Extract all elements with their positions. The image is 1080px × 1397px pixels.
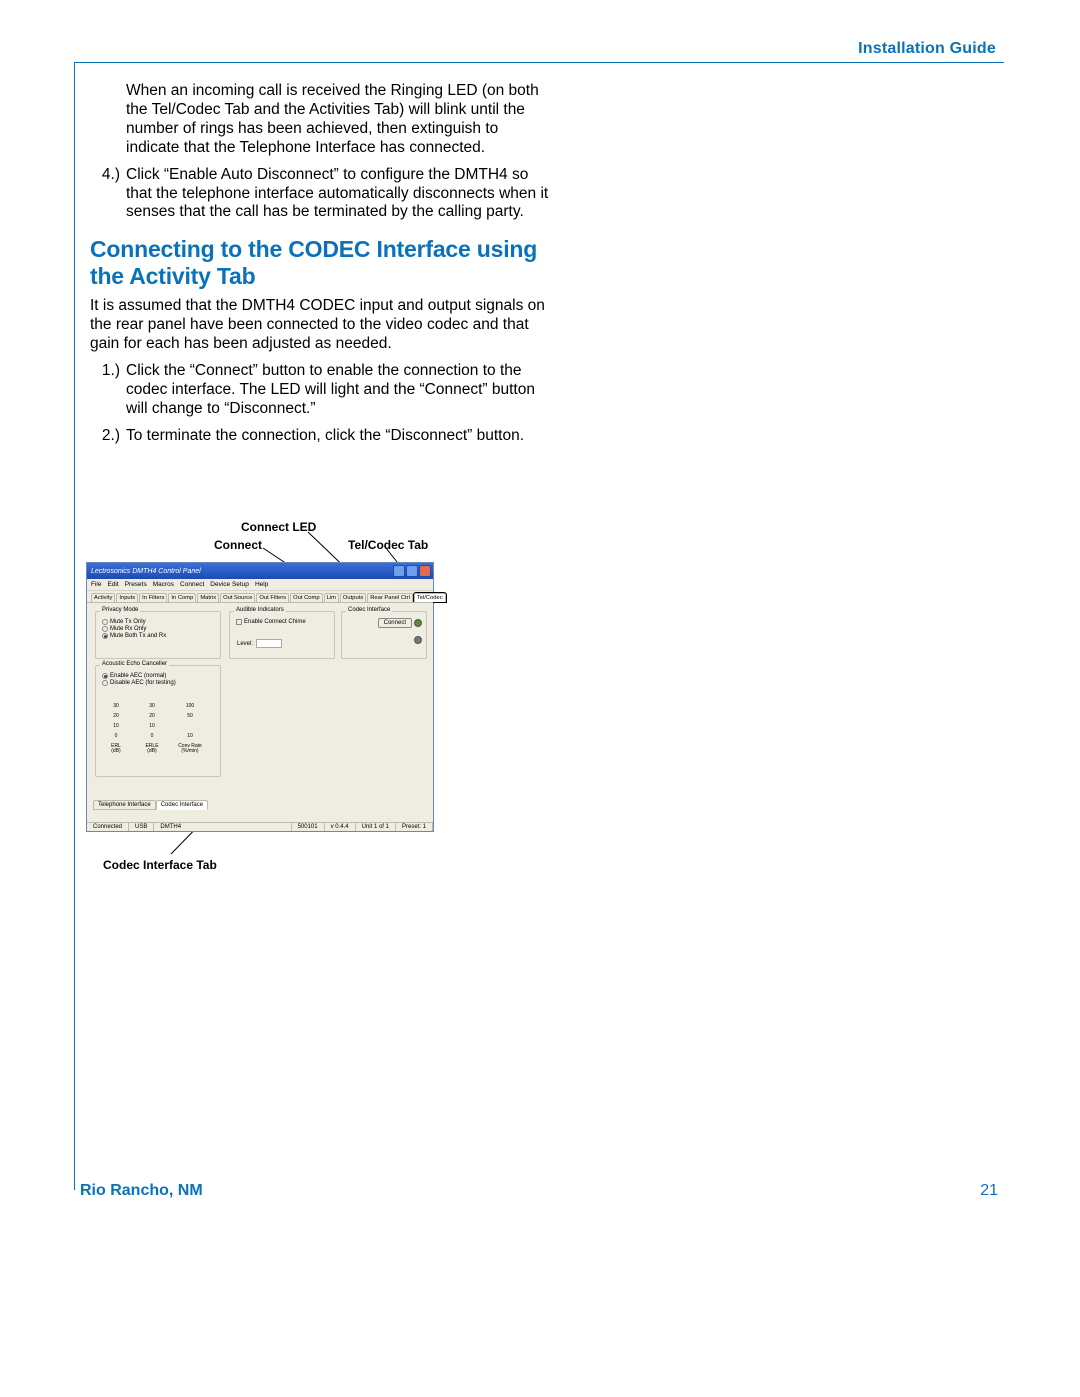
close-icon[interactable] — [419, 565, 431, 577]
radio-enable-aec-label: Enable AEC (normal) — [110, 673, 166, 679]
checkbox-enable-chime[interactable] — [236, 619, 242, 625]
menu-help[interactable]: Help — [255, 581, 268, 588]
footer-page-number: 21 — [980, 1182, 998, 1200]
body-column: When an incoming call is received the Ri… — [90, 82, 550, 454]
tab-outputs[interactable]: Outputs — [340, 593, 366, 602]
status-link: USB — [129, 823, 154, 831]
tab-activity[interactable]: Activity — [91, 593, 115, 602]
group-audible-indicators: Audible Indicators Enable Connect Chime — [229, 611, 335, 659]
bottom-tab-codec[interactable]: Codec Interface — [156, 800, 208, 810]
menubar: File Edit Presets Macros Connect Device … — [87, 579, 433, 591]
level-label: Level: — [237, 641, 253, 647]
connect-button[interactable]: Connect — [378, 618, 412, 628]
radio-mute-tx[interactable] — [102, 619, 108, 625]
ringing-led-paragraph: When an incoming call is received the Ri… — [90, 82, 550, 158]
group-privacy-mode: Privacy Mode Mute Tx Only Mute Rx Only M… — [95, 611, 221, 659]
radio-mute-rx-label: Mute Rx Only — [110, 626, 146, 632]
tab-outfilters[interactable]: Out Filters — [256, 593, 289, 602]
menu-presets[interactable]: Presets — [125, 581, 147, 588]
erl-unit: (dB) — [102, 749, 130, 754]
section-heading-codec: Connecting to the CODEC Interface using … — [90, 236, 550, 289]
group-codec-title: Codec Interface — [346, 607, 392, 613]
codec-step-2-number: 2.) — [90, 427, 126, 446]
callout-connect-led: Connect LED — [241, 520, 316, 534]
menu-file[interactable]: File — [91, 581, 101, 588]
radio-mute-rx[interactable] — [102, 626, 108, 632]
status-serial: 500101 — [292, 823, 325, 831]
app-window: Lectrosonics DMTH4 Control Panel File Ed… — [86, 562, 434, 832]
top-tabstrip: Activity Inputs In Filters In Comp Matri… — [87, 591, 433, 602]
group-codec-interface: Codec Interface Connect — [341, 611, 427, 659]
footer-location: Rio Rancho, NM — [80, 1182, 203, 1200]
status-version: v 0.4.4 — [325, 823, 356, 831]
tab-outcomp[interactable]: Out Comp — [290, 593, 322, 602]
radio-enable-aec[interactable] — [102, 673, 108, 679]
checkbox-enable-chime-label: Enable Connect Chime — [244, 619, 306, 625]
radio-mute-tx-label: Mute Tx Only — [110, 619, 146, 625]
status-connected: Connected — [87, 823, 129, 831]
callout-telcodec-tab: Tel/Codec Tab — [348, 538, 428, 552]
group-aec-title: Acoustic Echo Canceller — [100, 661, 169, 667]
tab-telcodec[interactable]: Tel/Codec — [414, 593, 446, 602]
group-aec: Acoustic Echo Canceller Enable AEC (norm… — [95, 665, 221, 777]
tab-lim[interactable]: Lim — [324, 593, 339, 602]
status-device: DMTH4 — [154, 823, 291, 831]
callout-codec-interface-tab: Codec Interface Tab — [103, 858, 217, 872]
step-4: 4.) Click “Enable Auto Disconnect” to co… — [90, 166, 550, 223]
status-preset: Preset: 1 — [396, 823, 433, 831]
codec-step-1-text: Click the “Connect” button to enable the… — [126, 362, 550, 419]
status-led-icon — [414, 636, 422, 644]
titlebar: Lectrosonics DMTH4 Control Panel — [87, 563, 433, 579]
level-input[interactable] — [256, 639, 282, 648]
codec-step-2: 2.) To terminate the connection, click t… — [90, 427, 550, 446]
step-4-number: 4.) — [90, 166, 126, 223]
erle-unit: (dB) — [138, 749, 166, 754]
minimize-icon[interactable] — [393, 565, 405, 577]
codec-intro-paragraph: It is assumed that the DMTH4 CODEC input… — [90, 297, 550, 354]
maximize-icon[interactable] — [406, 565, 418, 577]
bottom-tab-telephone[interactable]: Telephone Interface — [93, 800, 156, 810]
radio-mute-both-label: Mute Both Tx and Rx — [110, 633, 166, 639]
aec-graph: 30 20 10 0 ERL (dB) 30 20 10 0 ERLE (dB)… — [102, 704, 216, 760]
menu-macros[interactable]: Macros — [153, 581, 174, 588]
header-guide-label: Installation Guide — [858, 40, 996, 58]
codec-step-2-text: To terminate the connection, click the “… — [126, 427, 550, 446]
radio-disable-aec-label: Disable AEC (for testing) — [110, 680, 176, 686]
group-audible-title: Audible Indicators — [234, 607, 286, 613]
status-unit: Unit 1 of 1 — [356, 823, 396, 831]
tab-matrix[interactable]: Matrix — [197, 593, 219, 602]
tab-infilters[interactable]: In Filters — [139, 593, 167, 602]
connect-led-icon — [414, 619, 422, 627]
menu-connect[interactable]: Connect — [180, 581, 204, 588]
codec-step-1: 1.) Click the “Connect” button to enable… — [90, 362, 550, 419]
convrate-unit: (%/min) — [176, 749, 204, 754]
tab-outsource[interactable]: Out Source — [220, 593, 255, 602]
window-title: Lectrosonics DMTH4 Control Panel — [91, 568, 201, 575]
statusbar: Connected USB DMTH4 500101 v 0.4.4 Unit … — [87, 822, 433, 831]
tab-inputs[interactable]: Inputs — [116, 593, 138, 602]
radio-disable-aec[interactable] — [102, 680, 108, 686]
callout-connect: Connect — [214, 538, 262, 552]
codec-step-1-number: 1.) — [90, 362, 126, 419]
tab-incomp[interactable]: In Comp — [168, 593, 196, 602]
group-privacy-mode-title: Privacy Mode — [100, 607, 140, 613]
menu-devicesetup[interactable]: Device Setup — [210, 581, 249, 588]
tab-rearpanelctrl[interactable]: Rear Panel Ctrl — [367, 593, 413, 602]
radio-mute-both[interactable] — [102, 633, 108, 639]
tab-body: Privacy Mode Mute Tx Only Mute Rx Only M… — [87, 602, 433, 822]
bottom-tabstrip: Telephone Interface Codec Interface — [93, 800, 208, 810]
step-4-text: Click “Enable Auto Disconnect” to config… — [126, 166, 550, 223]
convrate-tick: 50 — [176, 714, 204, 734]
menu-edit[interactable]: Edit — [107, 581, 118, 588]
